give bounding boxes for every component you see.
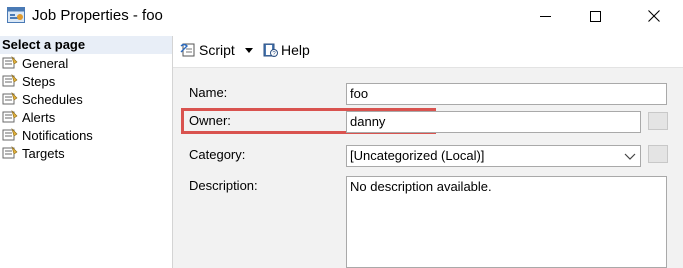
category-select[interactable]: [Uncategorized (Local)] [346,145,641,167]
category-selected-value: [Uncategorized (Local)] [350,148,485,163]
description-label: Description: [189,178,258,193]
page-icon [2,146,18,159]
minimize-button[interactable] [522,0,568,32]
owner-label: Owner: [189,113,231,128]
close-icon [648,10,660,22]
general-page-content: Name: foo Owner: danny Category: [Uncate… [173,68,683,268]
script-button[interactable]: Script [180,42,235,58]
page-item-label: Steps [22,73,56,89]
page-item-alerts[interactable]: Alerts [0,108,172,126]
category-browse-button[interactable] [648,145,668,163]
page-item-steps[interactable]: Steps [0,72,172,90]
maximize-button[interactable] [572,0,618,32]
page-icon [2,128,18,141]
chevron-down-icon [624,153,636,160]
title-bar: Job Properties - foo [0,0,683,32]
page-selector-pane: Select a page General Steps Schedules Al… [0,36,173,268]
description-textarea[interactable]: No description available. [346,176,667,268]
page-item-schedules[interactable]: Schedules [0,90,172,108]
app-icon [7,7,25,23]
close-button[interactable] [631,0,677,32]
name-label: Name: [189,85,228,100]
script-icon [180,43,195,57]
help-label: Help [281,42,310,58]
page-item-label: Targets [22,145,65,161]
minimize-icon [539,15,551,17]
script-dropdown-button[interactable] [244,44,254,56]
page-item-label: General [22,55,69,71]
page-item-targets[interactable]: Targets [0,144,172,162]
page-item-label: Schedules [22,91,83,107]
page-icon [2,56,18,69]
page-icon [2,92,18,105]
help-button[interactable]: ? Help [262,42,310,58]
page-item-label: Alerts [22,109,56,125]
dropdown-arrow-icon [245,48,253,53]
owner-input[interactable]: danny [346,111,641,133]
category-label: Category: [189,147,246,162]
help-icon: ? [263,43,278,58]
toolbar: Script ? Help [173,36,683,68]
page-item-label: Notifications [22,127,93,143]
page-list: General Steps Schedules Alerts Notificat… [0,54,172,162]
window-title: Job Properties - foo [32,7,163,24]
script-label: Script [199,42,235,58]
page-item-general[interactable]: General [0,54,172,72]
owner-browse-button[interactable] [648,112,668,130]
maximize-icon [589,10,601,22]
name-input[interactable]: foo [346,83,667,105]
page-icon [2,74,18,87]
page-selector-header: Select a page [0,36,172,54]
page-icon [2,110,18,123]
page-item-notifications[interactable]: Notifications [0,126,172,144]
job-properties-window: Job Properties - foo Select a page Gener… [0,0,683,268]
